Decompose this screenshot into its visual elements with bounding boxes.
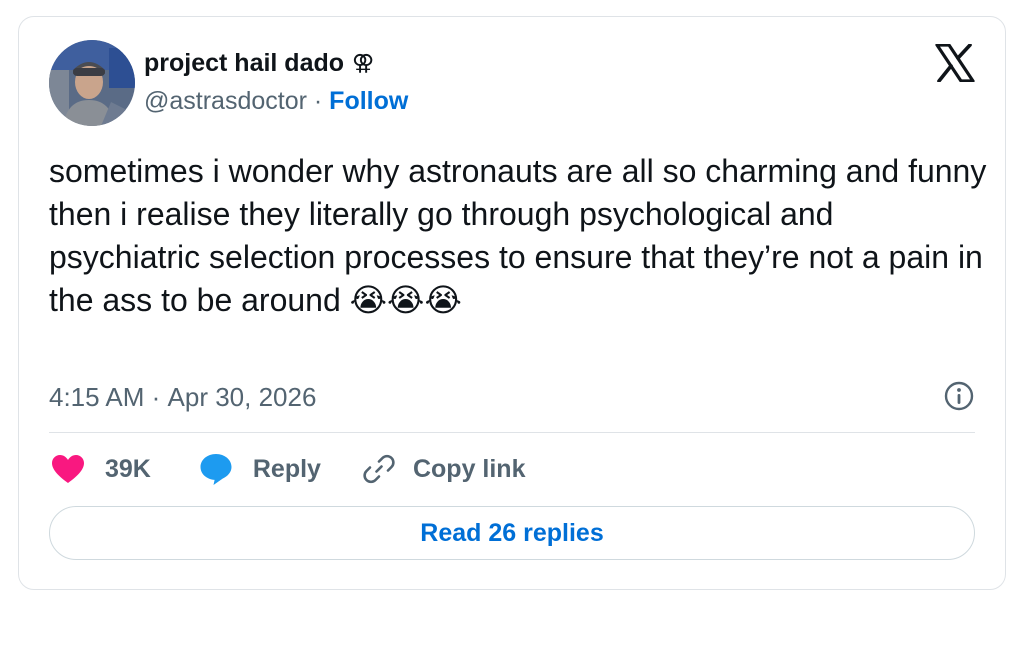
tweet-date[interactable]: Apr 30, 2026 xyxy=(168,381,317,413)
like-button[interactable]: 39K xyxy=(51,454,151,484)
tweet-time[interactable]: 4:15 AM xyxy=(49,381,144,413)
like-count: 39K xyxy=(105,454,151,483)
info-icon[interactable] xyxy=(943,380,975,412)
read-replies-button[interactable]: Read 26 replies xyxy=(49,506,975,560)
action-bar: 39K Reply Copy link xyxy=(51,449,525,489)
x-logo-icon[interactable] xyxy=(935,43,975,83)
reply-button[interactable]: Reply xyxy=(199,452,321,486)
avatar-image xyxy=(49,40,135,126)
date-separator: · xyxy=(144,382,168,412)
tweet-card: project hail dado ⚢ @astrasdoctor · Foll… xyxy=(18,16,1006,590)
copy-link-label: Copy link xyxy=(412,454,526,483)
follow-button[interactable]: Follow xyxy=(329,86,408,116)
author-handle[interactable]: @astrasdoctor xyxy=(144,86,307,116)
read-replies-label: Read 26 replies xyxy=(420,518,604,547)
heart-icon xyxy=(52,455,84,483)
timestamp-row: 4:15 AM · Apr 30, 2026 xyxy=(49,381,316,413)
link-icon xyxy=(363,454,395,484)
author-handle-row: @astrasdoctor · Follow xyxy=(144,86,408,116)
handle-separator: · xyxy=(306,87,330,115)
reply-label: Reply xyxy=(252,454,321,483)
speech-bubble-icon xyxy=(200,454,232,485)
copy-link-button[interactable]: Copy link xyxy=(363,453,526,485)
author-name-row: project hail dado ⚢ xyxy=(144,48,374,78)
divider xyxy=(49,432,975,433)
tweet-text: sometimes i wonder why astronauts are al… xyxy=(49,153,996,318)
name-symbol: ⚢ xyxy=(352,50,375,75)
avatar[interactable] xyxy=(49,40,135,126)
author-display-name[interactable]: project hail dado xyxy=(144,48,344,78)
